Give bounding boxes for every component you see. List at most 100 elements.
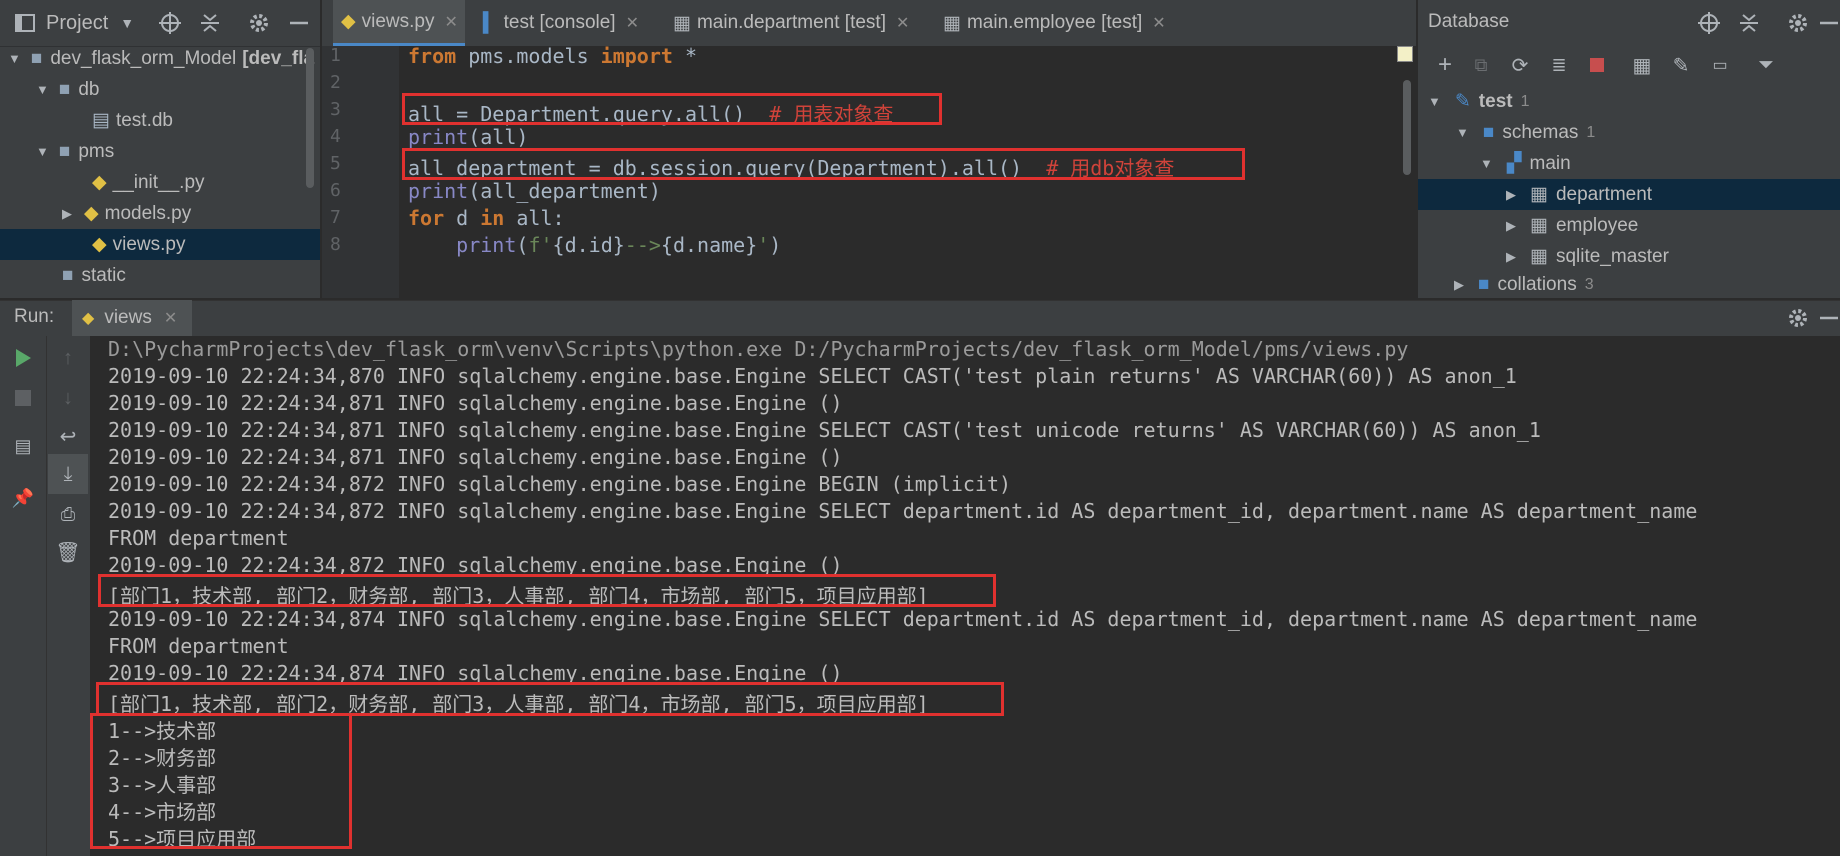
- table-icon: ▦: [673, 12, 691, 34]
- table-icon: ▦: [1530, 246, 1548, 267]
- scroll-to-end-icon[interactable]: ⤓: [48, 454, 88, 494]
- code-comment: # 用db对象查: [1046, 156, 1175, 180]
- close-icon[interactable]: ✕: [164, 308, 177, 328]
- minimize-icon[interactable]: [287, 11, 311, 35]
- filter-icon[interactable]: ⏷: [1746, 54, 1786, 77]
- print-icon[interactable]: ⎙: [48, 494, 88, 534]
- refresh-icon[interactable]: ⟳: [1500, 53, 1540, 78]
- tree-item-db[interactable]: ▼ ■ db: [0, 74, 320, 105]
- close-icon[interactable]: ✕: [626, 13, 639, 33]
- tree-item-label: db: [78, 78, 100, 100]
- chevron-down-icon[interactable]: ▼: [1456, 125, 1469, 140]
- chevron-down-icon[interactable]: ▼: [36, 144, 49, 159]
- stop-icon[interactable]: [3, 378, 43, 418]
- tab-main-employee[interactable]: ▦ main.employee [test] ✕: [935, 0, 1188, 46]
- gear-icon[interactable]: [1786, 306, 1810, 335]
- tab-label: main.department [test]: [696, 12, 886, 33]
- copy-icon[interactable]: ⧉: [1462, 55, 1500, 76]
- tab-views-py[interactable]: ◆ views.py ✕: [333, 0, 465, 46]
- rerun-icon[interactable]: [3, 338, 43, 378]
- tree-item-label: dev_flask_orm_Model: [50, 47, 237, 69]
- tree-item-static[interactable]: ■ static: [0, 260, 320, 291]
- code-text: d: [444, 206, 481, 230]
- db-tree-item-department[interactable]: ▶ ▦ department: [1418, 179, 1840, 210]
- table-view-icon[interactable]: ▦: [1622, 53, 1662, 78]
- db-tree-item-sqlite-master[interactable]: ▶ ▦ sqlite_master: [1418, 241, 1840, 272]
- restore-layout-icon[interactable]: ▤: [3, 426, 43, 466]
- console-line: 2019-09-10 22:24:34,872 INFO sqlalchemy.…: [108, 499, 1698, 523]
- db-tree-count: 3: [1584, 276, 1594, 293]
- database-toolbar: + ⧉ ⟳ ≣ ▦ ✎ ▭ ⏷: [1418, 46, 1840, 84]
- tree-item-label: models.py: [104, 202, 192, 224]
- chevron-right-icon[interactable]: ▶: [1454, 277, 1464, 293]
- pin-icon[interactable]: 📌: [3, 478, 43, 518]
- arrow-down-icon[interactable]: ↓: [48, 378, 88, 418]
- collapse-all-icon[interactable]: [1737, 11, 1761, 35]
- tab-main-department[interactable]: ▦ main.department [test] ✕: [665, 0, 931, 46]
- inspection-indicator[interactable]: [1397, 46, 1413, 62]
- code-text: ): [769, 233, 782, 257]
- close-icon[interactable]: ✕: [1152, 13, 1165, 33]
- collapse-all-icon[interactable]: [198, 11, 222, 35]
- project-panel-title[interactable]: Project: [46, 12, 108, 35]
- console-line: 2019-09-10 22:24:34,871 INFO sqlalchemy.…: [108, 418, 1541, 442]
- chevron-down-icon[interactable]: ▼: [120, 15, 134, 31]
- python-file-icon: ◆: [92, 234, 107, 255]
- locate-icon[interactable]: [158, 11, 182, 35]
- tree-item-views-py[interactable]: ◆ views.py: [0, 229, 320, 260]
- trash-icon[interactable]: 🗑: [48, 532, 88, 572]
- python-file-icon: ◆: [341, 11, 356, 32]
- editor-scrollbar[interactable]: [1403, 80, 1411, 175]
- chevron-down-icon[interactable]: ▼: [1480, 156, 1493, 171]
- db-tree-item-main[interactable]: ▼ ▞ main: [1418, 148, 1840, 179]
- arrow-up-icon[interactable]: ↑: [48, 338, 88, 378]
- db-tree-label: test: [1478, 90, 1513, 112]
- properties-icon[interactable]: ≣: [1540, 55, 1578, 76]
- soft-wrap-icon[interactable]: ↩: [48, 416, 88, 456]
- db-tree-item-schemas[interactable]: ▼ ■ schemas 1: [1418, 117, 1840, 148]
- code-text: pms.models: [456, 44, 601, 68]
- code-text: all:: [504, 206, 565, 230]
- chevron-right-icon[interactable]: ▶: [1506, 218, 1516, 234]
- table-icon: ▦: [1530, 215, 1548, 236]
- close-icon[interactable]: ✕: [896, 13, 909, 33]
- gear-icon[interactable]: [1786, 11, 1810, 35]
- gear-icon[interactable]: [247, 11, 271, 35]
- tree-item-pms[interactable]: ▼ ■ pms: [0, 136, 320, 167]
- run-tab-views[interactable]: ◆ views ✕: [72, 300, 192, 336]
- db-tree-item-collations[interactable]: ▶ ■ collations 3: [1418, 272, 1840, 298]
- sql-console-icon[interactable]: ▭: [1700, 55, 1740, 75]
- table-icon: ▦: [943, 12, 961, 34]
- edit-icon[interactable]: ✎: [1662, 53, 1700, 78]
- add-icon[interactable]: +: [1428, 51, 1462, 79]
- chevron-right-icon[interactable]: ▶: [1506, 249, 1516, 265]
- format-expression: {d.id}: [552, 233, 625, 257]
- console-line: [部门1，技术部, 部门2，财务部, 部门3，人事部, 部门4，市场部, 部门5…: [108, 692, 929, 716]
- db-tree-item-test[interactable]: ▼ ✎ test 1: [1418, 86, 1840, 117]
- chevron-down-icon[interactable]: ▼: [1428, 94, 1441, 109]
- tab-test-console[interactable]: ▍ test [console] ✕: [475, 0, 663, 46]
- tree-item-project-root[interactable]: ▼ ■ dev_flask_orm_Model [dev_fla: [0, 43, 320, 74]
- stop-icon[interactable]: [1578, 58, 1616, 72]
- code-line-3: all = Department.query.all() # 用表对象查: [408, 98, 893, 127]
- chevron-down-icon[interactable]: ▼: [36, 82, 49, 97]
- minimize-icon[interactable]: [1818, 11, 1840, 35]
- chevron-right-icon[interactable]: ▶: [1506, 187, 1516, 203]
- chevron-right-icon[interactable]: ▶: [62, 206, 72, 222]
- tree-item-label: views.py: [112, 233, 186, 255]
- close-icon[interactable]: ✕: [444, 12, 457, 32]
- project-view-icon[interactable]: [14, 12, 36, 34]
- builtin-function: print: [456, 233, 517, 257]
- tree-item-init-py[interactable]: ◆ __init__.py: [0, 167, 320, 198]
- folder-icon: ■: [30, 47, 43, 69]
- project-scrollbar[interactable]: [306, 48, 314, 188]
- tree-item-models-py[interactable]: ▶ ◆ models.py: [0, 198, 320, 229]
- locate-icon[interactable]: [1697, 11, 1721, 35]
- tree-item-test-db[interactable]: ▤ test.db: [0, 105, 320, 136]
- db-tree-item-employee[interactable]: ▶ ▦ employee: [1418, 210, 1840, 241]
- database-panel-title: Database: [1428, 11, 1510, 32]
- chevron-down-icon[interactable]: ▼: [8, 51, 21, 66]
- minimize-icon[interactable]: [1818, 306, 1838, 335]
- console-line: FROM department: [108, 634, 289, 658]
- line-number: 6: [330, 180, 341, 201]
